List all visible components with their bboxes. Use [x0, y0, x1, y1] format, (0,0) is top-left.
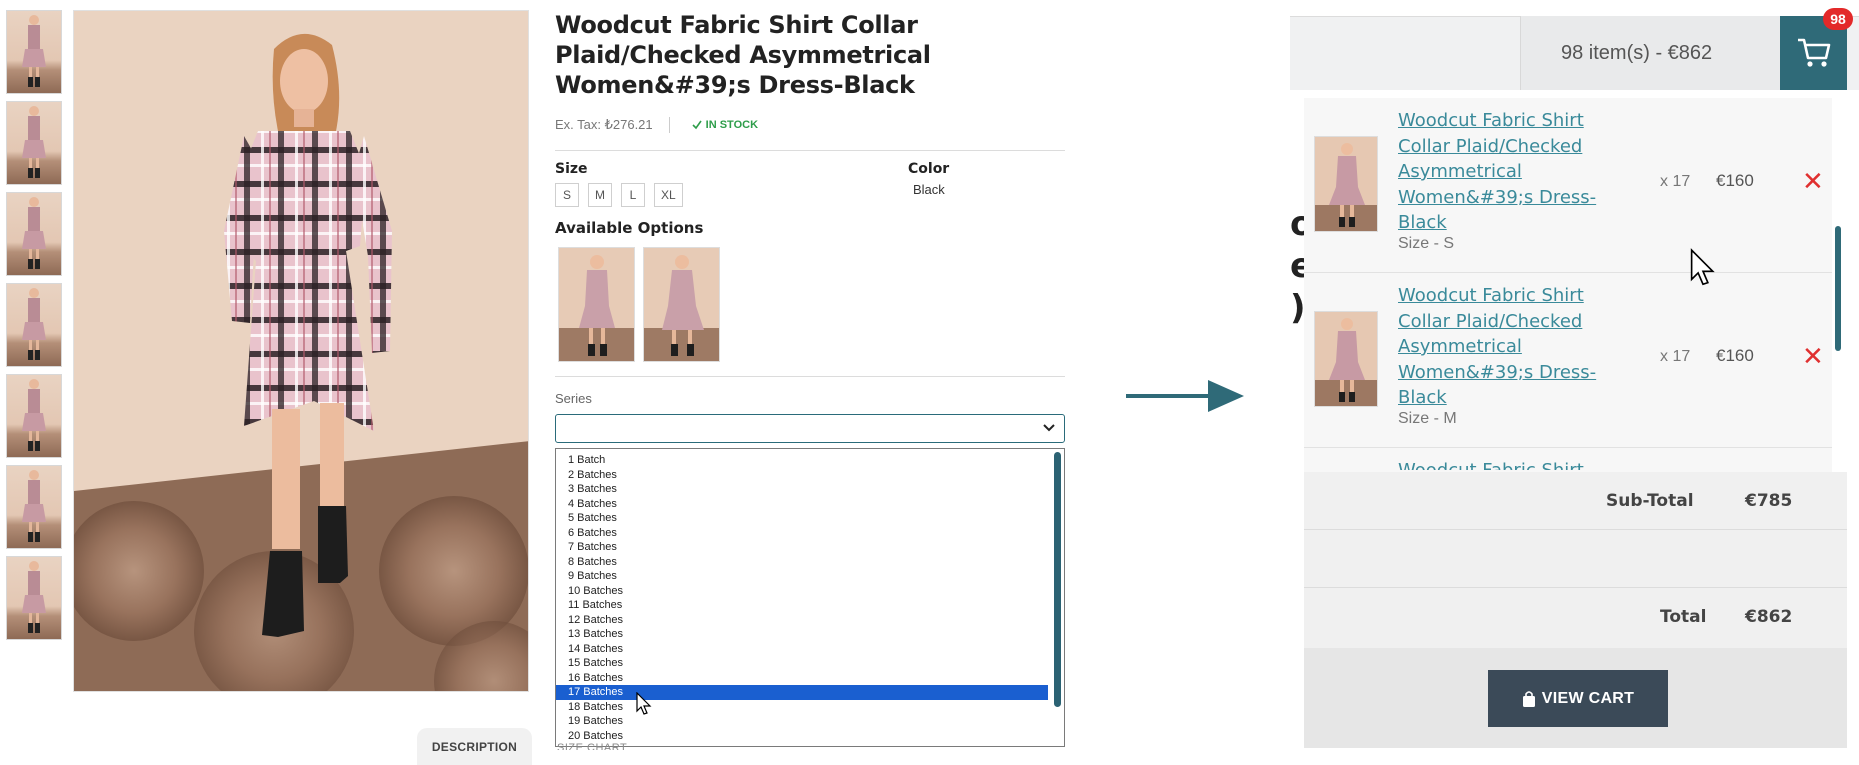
- view-cart-button[interactable]: VIEW CART: [1488, 670, 1668, 727]
- cart-item-qty: x 17: [1660, 173, 1691, 190]
- series-option[interactable]: 7 Batches: [556, 540, 1048, 555]
- product-thumbnail[interactable]: [6, 374, 62, 458]
- series-option[interactable]: 19 Batches: [556, 714, 1048, 729]
- available-options: [558, 247, 1065, 362]
- series-label: Series: [555, 391, 592, 406]
- series-option[interactable]: 5 Batches: [556, 511, 1048, 526]
- series-option[interactable]: 13 Batches: [556, 627, 1048, 642]
- main-product-image[interactable]: [73, 10, 529, 692]
- product-title: Woodcut Fabric Shirt Collar Plaid/Checke…: [555, 11, 931, 99]
- series-option[interactable]: 10 Batches: [556, 584, 1048, 599]
- total-value: €862: [1745, 607, 1793, 627]
- product-thumbnail[interactable]: [6, 283, 62, 367]
- cart-item-price: €160: [1716, 171, 1754, 190]
- clipped-text: oe);: [1290, 204, 1304, 328]
- cart-footer: VIEW CART: [1304, 648, 1847, 748]
- series-option[interactable]: 11 Batches: [556, 598, 1048, 613]
- series-option[interactable]: 16 Batches: [556, 671, 1048, 686]
- tab-description[interactable]: DESCRIPTION: [417, 728, 532, 765]
- cart-item-image[interactable]: [1314, 136, 1378, 232]
- color-label: Color: [908, 161, 950, 177]
- series-option[interactable]: 15 Batches: [556, 656, 1048, 671]
- size-option-m[interactable]: M: [588, 183, 612, 207]
- option-image[interactable]: [558, 247, 635, 362]
- cart-item-option: Size - M: [1398, 410, 1457, 427]
- total-label: Total: [1660, 607, 1707, 627]
- color-value: Black: [913, 182, 945, 197]
- series-option[interactable]: 1 Batch: [556, 453, 1048, 468]
- series-option[interactable]: 9 Batches: [556, 569, 1048, 584]
- series-option[interactable]: 3 Batches: [556, 482, 1048, 497]
- cart-item-option: Size - S: [1398, 235, 1455, 252]
- product-info-panel: Woodcut Fabric Shirt Collar Plaid/Checke…: [555, 10, 1065, 443]
- cart-item-link[interactable]: Woodcut Fabric Shirt Collar Plaid/Checke…: [1398, 108, 1598, 236]
- cart-item-link[interactable]: Woodcut Fabric Shirt: [1398, 460, 1584, 470]
- option-image[interactable]: [643, 247, 720, 362]
- size-option-xl[interactable]: XL: [654, 183, 683, 207]
- subtotal-label: Sub-Total: [1606, 491, 1694, 511]
- product-thumbnail[interactable]: [6, 10, 62, 94]
- product-thumbnail[interactable]: [6, 465, 62, 549]
- product-thumbnail[interactable]: [6, 101, 62, 185]
- cart-item-image[interactable]: [1314, 311, 1378, 407]
- series-option[interactable]: 8 Batches: [556, 555, 1048, 570]
- stock-status: IN STOCK: [692, 119, 758, 131]
- cart-items-list: Woodcut Fabric Shirt Collar Plaid/Checke…: [1304, 98, 1832, 472]
- mouse-pointer-icon: [1690, 248, 1715, 286]
- series-option[interactable]: 6 Batches: [556, 526, 1048, 541]
- cart-zoom-panel: 98 item(s) - €862 98 oe); Woodcut Fabric…: [1290, 8, 1859, 765]
- dropdown-scrollbar[interactable]: [1054, 452, 1061, 707]
- series-option[interactable]: 4 Batches: [556, 497, 1048, 512]
- divider: [555, 150, 1065, 151]
- series-select[interactable]: [555, 414, 1065, 443]
- size-option-s[interactable]: S: [555, 183, 579, 207]
- cart-item: Woodcut Fabric Shirt Collar Plaid/Checke…: [1304, 273, 1832, 448]
- cart-scrollbar[interactable]: [1835, 226, 1841, 351]
- product-thumbnail[interactable]: [6, 556, 62, 640]
- remove-item-icon[interactable]: ✕: [1802, 168, 1824, 194]
- series-option[interactable]: 12 Batches: [556, 613, 1048, 628]
- cart-count-badge: 98: [1823, 8, 1853, 30]
- remove-item-icon[interactable]: ✕: [1802, 343, 1824, 369]
- arrow-right-icon: [1126, 380, 1244, 412]
- cart-summary[interactable]: 98 item(s) - €862: [1520, 16, 1780, 90]
- divider: [555, 376, 1065, 377]
- stock-label: IN STOCK: [705, 119, 759, 131]
- series-dropdown-list[interactable]: 1 Batch 2 Batches 3 Batches 4 Batches 5 …: [555, 448, 1065, 747]
- cart-item: Woodcut Fabric Shirt Collar Plaid/Checke…: [1304, 98, 1832, 273]
- chevron-down-icon: [1043, 424, 1055, 432]
- subtotal-value: €785: [1745, 491, 1793, 511]
- available-options-label: Available Options: [555, 219, 704, 237]
- size-option-l[interactable]: L: [621, 183, 645, 207]
- size-options: S M L XL: [555, 183, 908, 207]
- cart-totals: Sub-Total €785 Total €862: [1304, 472, 1847, 648]
- cart-item-price: €160: [1716, 346, 1754, 365]
- cart-icon: [1797, 38, 1830, 67]
- cart-item-qty: x 17: [1660, 348, 1691, 365]
- series-option[interactable]: 14 Batches: [556, 642, 1048, 657]
- cart-item-link[interactable]: Woodcut Fabric Shirt Collar Plaid/Checke…: [1398, 283, 1598, 411]
- size-label: Size: [555, 161, 588, 177]
- bag-icon: [1522, 690, 1535, 707]
- mouse-pointer-icon: [636, 692, 652, 715]
- view-cart-label: VIEW CART: [1541, 689, 1635, 707]
- series-option-selected[interactable]: 17 Batches: [556, 685, 1048, 700]
- check-icon: [692, 120, 702, 130]
- ex-tax-price: Ex. Tax: ₺276.21: [555, 117, 670, 133]
- tab-size-chart[interactable]: SIZE CHART: [557, 742, 627, 750]
- series-option[interactable]: 2 Batches: [556, 468, 1048, 483]
- product-thumbnail[interactable]: [6, 192, 62, 276]
- thumbnail-strip: [6, 10, 62, 647]
- series-option[interactable]: 20 Batches: [556, 729, 1048, 744]
- series-option[interactable]: 18 Batches: [556, 700, 1048, 715]
